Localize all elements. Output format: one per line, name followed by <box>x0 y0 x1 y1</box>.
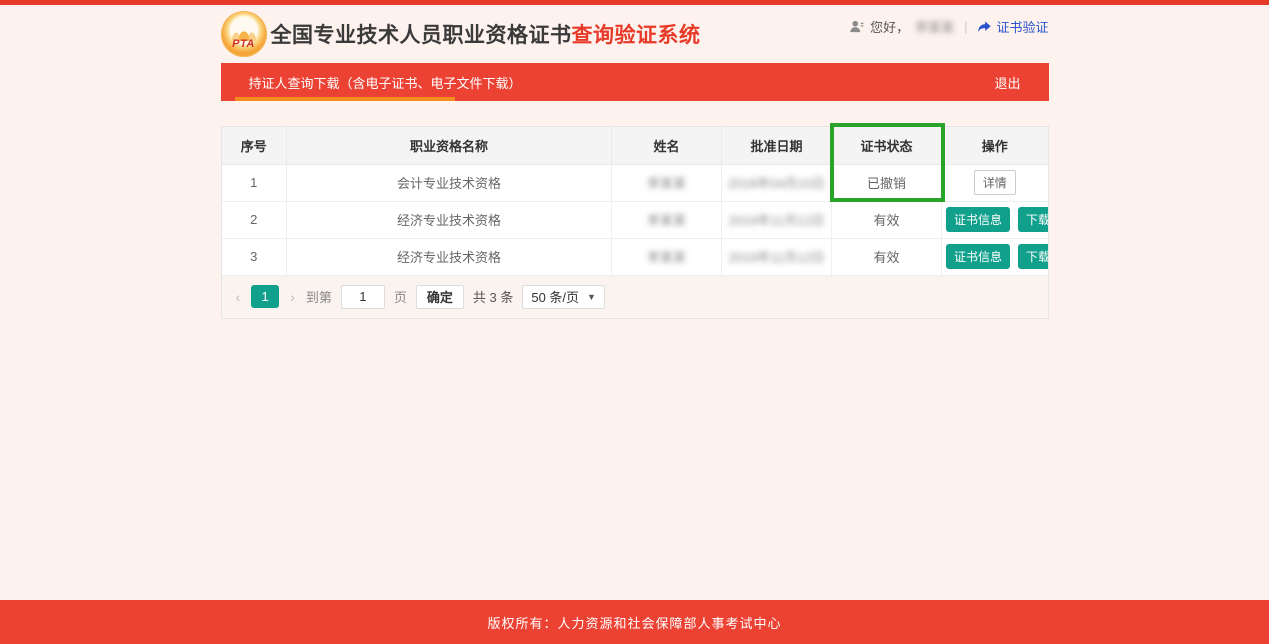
certificate-status: 已撤销 <box>832 164 942 201</box>
active-tab-underline <box>235 97 455 101</box>
page-footer: 版权所有：人力资源和社会保障部人事考试中心 <box>0 600 1269 644</box>
table-row: 1会计专业技术资格李某某2018年04月10日已撤销 详情 <box>222 164 1048 201</box>
pagination-bar: ‹ 1 › 到第 页 确定 共 3 条 50 条/页 ▼ <box>222 276 1048 318</box>
page-size-select[interactable]: 50 条/页 ▼ <box>522 285 605 309</box>
table-body: 1会计专业技术资格李某某2018年04月10日已撤销 详情 2经济专业技术资格李某某… <box>222 164 1048 275</box>
user-info-bar: 您好， 李某某 | 证书验证 <box>849 17 1048 36</box>
greeting-label: 您好， <box>870 17 909 36</box>
certificate-status: 有效 <box>832 238 942 275</box>
tab-holder-query-download[interactable]: 持证人查询下载（含电子证书、电子文件下载） <box>221 63 522 101</box>
row-index: 3 <box>222 238 287 275</box>
page-title-main: 全国专业技术人员职业资格证书 <box>271 24 572 47</box>
actions-cell: 证书信息下载 <box>942 201 1048 238</box>
logo-text: PTA <box>221 38 267 50</box>
column-header: 姓名 <box>612 127 722 164</box>
row-index: 2 <box>222 201 287 238</box>
page-title: 全国专业技术人员职业资格证书查询验证系统 <box>271 19 701 49</box>
column-header: 序号 <box>222 127 287 164</box>
approval-date: 2019年11月12日 <box>722 201 832 238</box>
actions-cell: 详情 <box>942 164 1048 201</box>
page-header: PTA 全国专业技术人员职业资格证书查询验证系统 您好， 李某某 | 证书验证 <box>221 5 1049 63</box>
next-page-button[interactable]: › <box>288 289 297 305</box>
share-arrow-icon <box>977 19 992 34</box>
divider: | <box>964 19 967 34</box>
chevron-down-icon: ▼ <box>587 292 596 302</box>
user-name: 李某某 <box>915 17 954 36</box>
prev-page-button[interactable]: ‹ <box>234 289 243 305</box>
column-header: 操作 <box>942 127 1048 164</box>
qualification-name: 经济专业技术资格 <box>287 238 612 275</box>
qualification-name: 会计专业技术资格 <box>287 164 612 201</box>
approval-date: 2018年04月10日 <box>722 164 832 201</box>
current-page-button[interactable]: 1 <box>251 285 279 308</box>
table-header-row: 序号职业资格名称姓名批准日期证书状态操作 <box>222 127 1048 164</box>
page-title-accent: 查询验证系统 <box>572 24 701 47</box>
copyright-label: 版权所有：人力资源和社会保障部人事考试中心 <box>487 613 781 632</box>
column-header: 职业资格名称 <box>287 127 612 164</box>
holder-name: 李某某 <box>612 238 722 275</box>
download-button[interactable]: 下载 <box>1018 244 1047 269</box>
table-row: 3经济专业技术资格李某某2019年11月12日有效证书信息下载 <box>222 238 1048 275</box>
confirm-page-button[interactable]: 确定 <box>416 285 464 309</box>
column-header: 证书状态 <box>832 127 942 164</box>
certificate-status: 有效 <box>832 201 942 238</box>
qualification-name: 经济专业技术资格 <box>287 201 612 238</box>
results-table: 序号职业资格名称姓名批准日期证书状态操作 1会计专业技术资格李某某2018年04… <box>222 127 1048 276</box>
download-button[interactable]: 下载 <box>1018 207 1047 232</box>
tab-label: 持证人查询下载（含电子证书、电子文件下载） <box>249 73 522 92</box>
page-number-input[interactable] <box>341 285 385 309</box>
page-unit-label: 页 <box>394 287 407 306</box>
results-card: 序号职业资格名称姓名批准日期证书状态操作 1会计专业技术资格李某某2018年04… <box>221 126 1049 319</box>
page-size-label: 50 条/页 <box>531 287 579 306</box>
certificate-verify-link[interactable]: 证书验证 <box>977 17 1048 36</box>
row-index: 1 <box>222 164 287 201</box>
table-row: 2经济专业技术资格李某某2019年11月12日有效证书信息下载 <box>222 201 1048 238</box>
cert-info-button[interactable]: 证书信息 <box>946 207 1010 232</box>
cert-info-button[interactable]: 证书信息 <box>946 244 1010 269</box>
actions-cell: 证书信息下载 <box>942 238 1048 275</box>
holder-name: 李某某 <box>612 164 722 201</box>
logout-button[interactable]: 退出 <box>994 73 1020 92</box>
pta-logo: PTA <box>221 11 267 57</box>
goto-page-label: 到第 <box>306 287 332 306</box>
user-icon <box>849 19 864 34</box>
detail-button[interactable]: 详情 <box>974 170 1016 195</box>
total-count-label: 共 3 条 <box>473 287 513 306</box>
approval-date: 2019年11月12日 <box>722 238 832 275</box>
certificate-verify-label: 证书验证 <box>996 17 1048 36</box>
column-header: 批准日期 <box>722 127 832 164</box>
main-nav: 持证人查询下载（含电子证书、电子文件下载） 退出 <box>221 63 1049 101</box>
holder-name: 李某某 <box>612 201 722 238</box>
